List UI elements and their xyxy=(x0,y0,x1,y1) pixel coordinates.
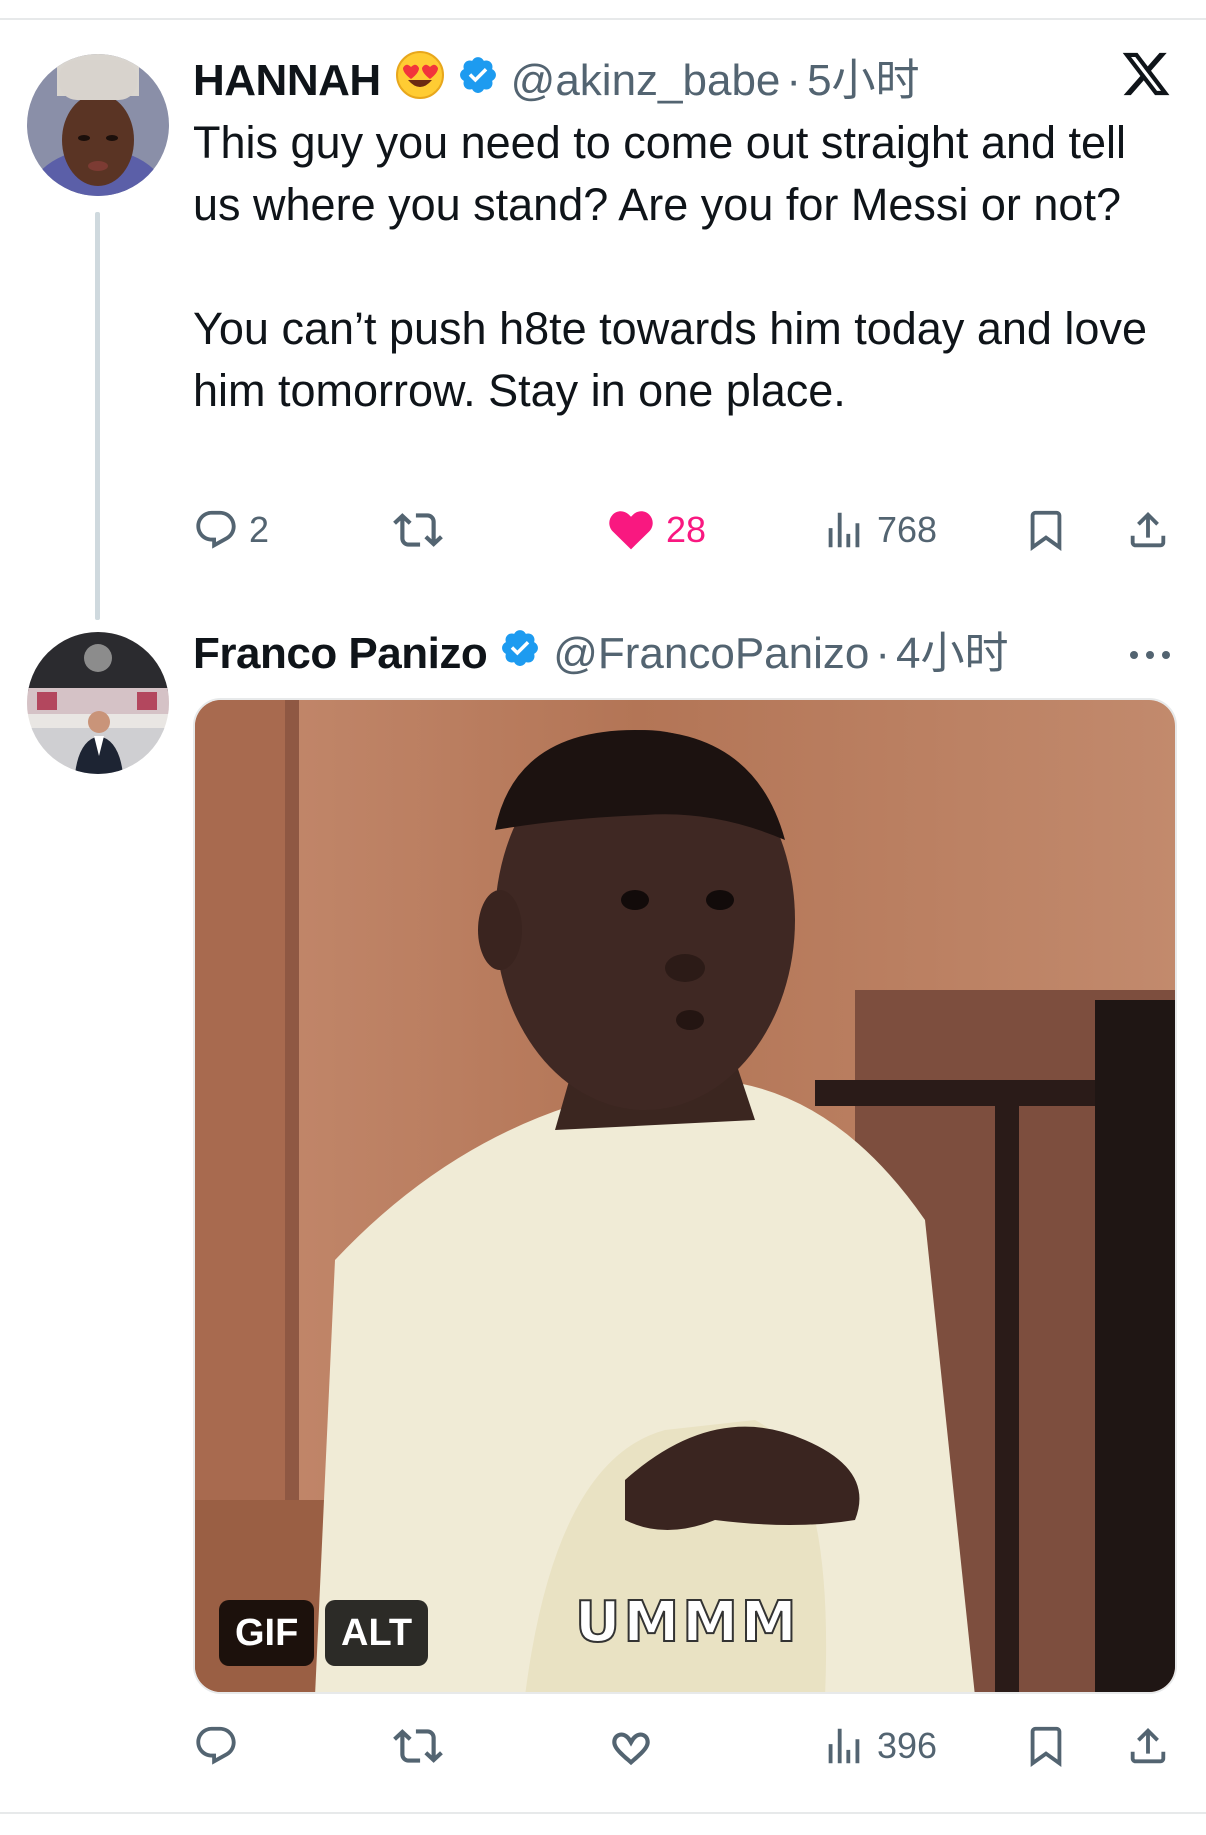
gif-caption: UMMM xyxy=(574,1589,800,1656)
share-icon xyxy=(1130,511,1166,548)
tweet-actions-bar: 396 xyxy=(193,1716,1178,1776)
user-handle[interactable]: @FrancoPanizo xyxy=(553,628,869,680)
gif-badge[interactable]: GIF xyxy=(219,1600,315,1666)
reply-icon xyxy=(196,510,236,549)
reply-count: 2 xyxy=(249,509,270,550)
more-icon[interactable] xyxy=(1126,640,1174,670)
like-button[interactable]: 28 xyxy=(606,500,706,560)
reply-button[interactable] xyxy=(193,1716,249,1776)
tweet-actions-bar: 2 28 768 xyxy=(193,500,1178,560)
bookmark-icon xyxy=(1030,510,1062,551)
bottom-divider xyxy=(0,1812,1206,1814)
bookmark-button[interactable] xyxy=(1023,500,1069,560)
timestamp[interactable]: 4小时 xyxy=(896,628,1008,680)
thread-connector-line xyxy=(95,212,100,620)
share-icon xyxy=(1130,1727,1166,1764)
repost-icon xyxy=(393,1729,443,1763)
separator-dot: · xyxy=(786,56,802,105)
like-count: 28 xyxy=(666,509,707,550)
bookmark-icon xyxy=(1030,1726,1062,1767)
views-button[interactable]: 768 xyxy=(821,500,937,560)
top-divider xyxy=(0,18,1206,20)
avatar-franco-panizo[interactable] xyxy=(27,632,169,774)
views-count: 768 xyxy=(877,509,938,550)
verified-badge-icon[interactable] xyxy=(457,54,499,108)
like-button[interactable] xyxy=(606,1716,666,1776)
timestamp[interactable]: 5小时 xyxy=(807,55,919,107)
avatar-hannah[interactable] xyxy=(27,54,169,196)
verified-badge-icon[interactable] xyxy=(499,627,541,681)
separator-dot: · xyxy=(875,629,891,678)
tweet-header: HANNAH @akinz_babe · 5小时 xyxy=(193,50,920,112)
share-button[interactable] xyxy=(1125,1716,1171,1776)
heart-eyes-emoji-icon xyxy=(395,50,445,112)
views-count: 396 xyxy=(877,1725,938,1766)
views-icon xyxy=(828,512,860,548)
repost-button[interactable] xyxy=(393,1716,453,1776)
gif-frame-image xyxy=(195,700,1175,1692)
user-handle[interactable]: @akinz_babe xyxy=(511,55,781,107)
bookmark-button[interactable] xyxy=(1023,1716,1069,1776)
x-logo-icon[interactable] xyxy=(1120,48,1172,100)
repost-icon xyxy=(393,513,443,547)
reply-button[interactable]: 2 xyxy=(193,500,269,560)
repost-button[interactable] xyxy=(393,500,453,560)
views-button[interactable]: 396 xyxy=(821,1716,937,1776)
views-icon xyxy=(828,1728,860,1764)
share-button[interactable] xyxy=(1125,500,1171,560)
tweet-header: Franco Panizo @FrancoPanizo · 4小时 xyxy=(193,627,1009,681)
alt-badge[interactable]: ALT xyxy=(325,1600,429,1666)
tweet-paragraph: You can’t push h8te towards him today an… xyxy=(193,303,1147,416)
display-name[interactable]: Franco Panizo xyxy=(193,628,488,680)
gif-media[interactable]: GIF ALT UMMM xyxy=(193,698,1177,1694)
tweet-paragraph: This guy you need to come out straight a… xyxy=(193,117,1127,230)
heart-icon xyxy=(612,1732,650,1766)
display-name[interactable]: HANNAH xyxy=(193,55,381,107)
heart-icon xyxy=(609,511,653,550)
tweet-text: This guy you need to come out straight a… xyxy=(193,112,1163,422)
reply-icon xyxy=(196,1726,236,1765)
